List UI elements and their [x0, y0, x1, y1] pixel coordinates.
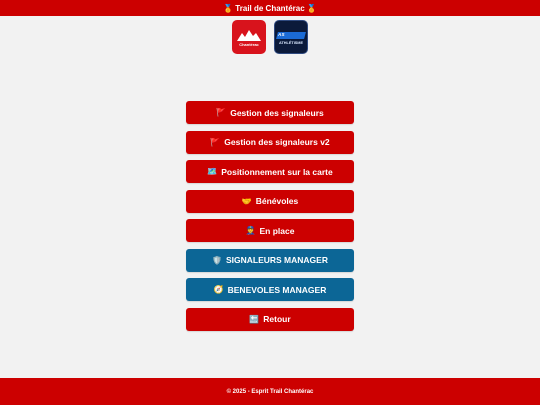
header-title: 🏅 Trail de Chantérac 🏅 — [223, 3, 317, 13]
benevoles-manager-button[interactable]: 🧭 BENEVOLES MANAGER — [186, 278, 354, 301]
positionnement-carte-button[interactable]: 🗺️ Positionnement sur la carte — [186, 160, 354, 183]
athletisme-logo-line2: ATHLÉTISME — [279, 41, 303, 45]
athletisme-logo-line1: AS — [278, 32, 285, 37]
map-icon: 🗺️ — [207, 167, 218, 176]
footer-text: © 2025 - Esprit Trail Chantérac — [226, 388, 314, 395]
flag-icon: 🚩 — [216, 108, 227, 117]
app-header: 🏅 Trail de Chantérac 🏅 — [0, 0, 540, 16]
chanterac-logo-text: Chantérac — [239, 42, 259, 47]
gestion-signaleurs-button[interactable]: 🚩 Gestion des signaleurs — [186, 101, 354, 124]
benevoles-button[interactable]: 🤝 Bénévoles — [186, 189, 354, 213]
compass-icon: 🧭 — [213, 285, 224, 294]
police-officer-icon: 👮 — [245, 226, 256, 235]
gestion-signaleurs-v2-button[interactable]: 🚩 Gestion des signaleurs v2 — [186, 130, 354, 154]
back-icon: 🔙 — [249, 314, 260, 324]
button-label: Bénévoles — [255, 196, 299, 206]
app-footer: © 2025 - Esprit Trail Chantérac — [0, 378, 540, 405]
logos-row: Chantérac AS ATHLÉTISME — [0, 20, 540, 56]
button-label: Gestion des signaleurs — [230, 107, 324, 118]
button-label: Positionnement sur la carte — [221, 166, 333, 177]
mountain-icon — [237, 30, 261, 41]
button-label: BENEVOLES MANAGER — [227, 284, 327, 295]
retour-button[interactable]: 🔙 Retour — [186, 307, 354, 331]
handshake-icon: 🤝 — [241, 196, 252, 206]
flag-icon: 🚩 — [210, 137, 221, 147]
button-label: Retour — [263, 314, 291, 324]
en-place-button[interactable]: 👮 En place — [186, 219, 354, 242]
button-label: SIGNALEURS MANAGER — [225, 255, 328, 265]
button-label: En place — [259, 225, 295, 236]
button-label: Gestion des signaleurs v2 — [224, 137, 330, 147]
chanterac-logo-icon: Chantérac — [232, 20, 266, 54]
signaleurs-manager-button[interactable]: 🛡️ SIGNALEURS MANAGER — [186, 248, 354, 272]
athletisme-logo-icon: AS ATHLÉTISME — [274, 20, 308, 54]
main-menu: 🚩 Gestion des signaleurs 🚩 Gestion des s… — [186, 101, 354, 337]
shield-icon: 🛡️ — [212, 255, 222, 265]
